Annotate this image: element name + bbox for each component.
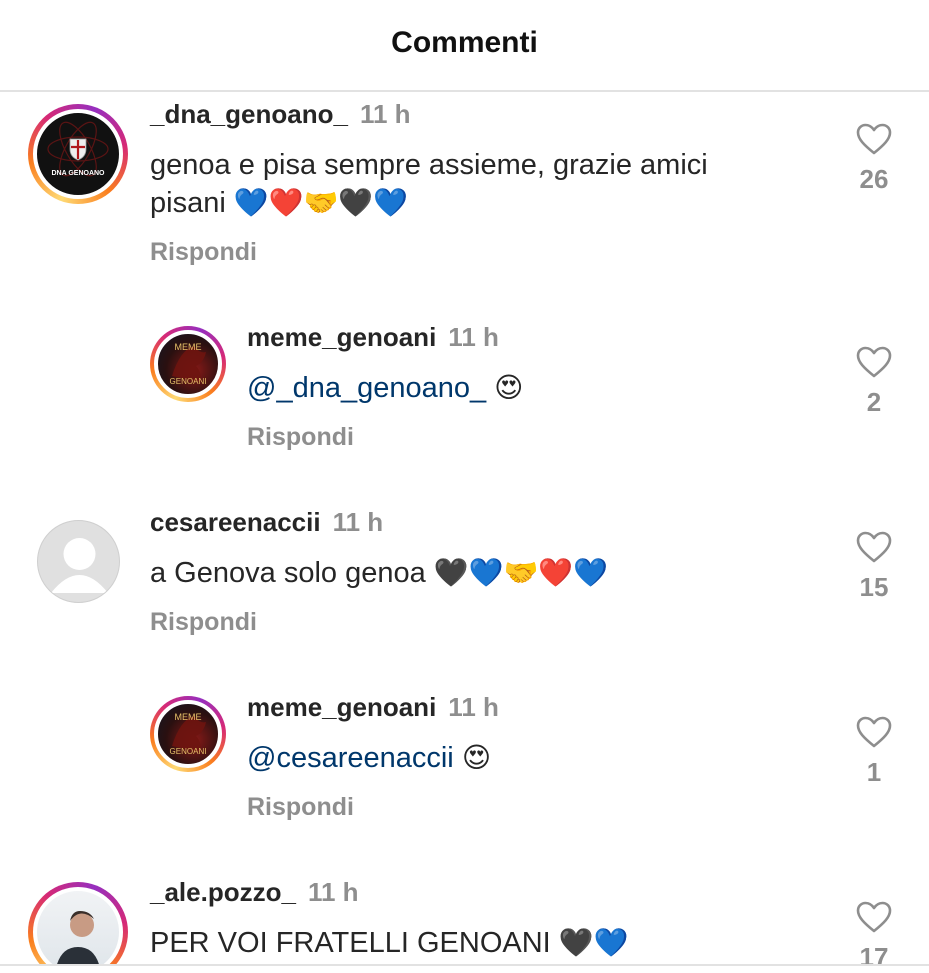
comment-text: @_dna_genoano_ 😍: [247, 369, 887, 407]
like-control: 2: [846, 345, 902, 418]
svg-text:GENOANI: GENOANI: [170, 377, 207, 386]
avatar[interactable]: DNA GENOANO: [28, 104, 128, 204]
mention-link[interactable]: @cesareenaccii: [247, 742, 454, 774]
comment-meta: _ale.pozzo_ 11 h: [150, 877, 359, 908]
timestamp: 11 h: [448, 692, 499, 722]
username[interactable]: _dna_genoano_: [150, 99, 348, 129]
heart-outline-icon[interactable]: [855, 122, 893, 156]
like-count: 26: [859, 164, 889, 194]
avatar[interactable]: MEME GENOANI: [150, 696, 226, 772]
like-count: 1: [866, 757, 882, 787]
avatar[interactable]: MEME GENOANI: [150, 326, 226, 402]
timestamp: 11 h: [448, 322, 499, 352]
username[interactable]: _ale.pozzo_: [150, 877, 296, 907]
timestamp: 11 h: [307, 877, 359, 907]
svg-text:MEME: MEME: [175, 342, 202, 352]
comment-meta: meme_genoani 11 h: [247, 692, 499, 723]
bottom-divider: [0, 964, 929, 966]
heart-outline-icon[interactable]: [855, 530, 893, 564]
svg-text:MEME: MEME: [175, 712, 202, 722]
comment-emojis: 💙❤️🤝🖤💙: [233, 186, 409, 219]
svg-text:GENOANI: GENOANI: [170, 747, 207, 756]
comment-emojis: 🖤💙: [558, 926, 629, 959]
page-title: Commenti: [391, 26, 538, 59]
comment-body: PER VOI FRATELLI GENOANI: [150, 927, 551, 959]
comment-reply-item: MEME GENOANI meme_genoani 11 h @cesareena…: [0, 690, 929, 875]
comment-meta: meme_genoani 11 h: [247, 322, 499, 353]
comment-text: genoa e pisa sempre assieme, grazie amic…: [150, 146, 790, 222]
reply-button[interactable]: Rispondi: [150, 238, 257, 267]
avatar[interactable]: [37, 520, 120, 603]
like-control: 17: [846, 900, 902, 964]
meme-genoani-logo: MEME GENOANI: [170, 712, 207, 756]
heart-outline-icon[interactable]: [855, 900, 893, 934]
svg-text:DNA GENOANO: DNA GENOANO: [51, 170, 105, 177]
heart-outline-icon[interactable]: [855, 345, 893, 379]
comment-body: a Genova solo genoa: [150, 557, 426, 589]
comment-emojis: 🖤💙🤝❤️💙: [433, 556, 609, 589]
meme-genoani-logo: MEME GENOANI: [170, 342, 207, 386]
comment-text: a Genova solo genoa 🖤💙🤝❤️💙: [150, 554, 790, 592]
like-count: 17: [859, 942, 889, 964]
timestamp: 11 h: [332, 507, 384, 537]
like-control: 1: [846, 715, 902, 788]
like-control: 15: [846, 530, 902, 603]
comment-text: @cesareenaccii 😍: [247, 739, 887, 777]
comment-item: _ale.pozzo_ 11 h PER VOI FRATELLI GENOANI…: [0, 875, 929, 964]
comment-item: DNA GENOANO _dna_genoano_ 11 h genoa e pi…: [0, 97, 929, 282]
comment-emojis: 😍: [461, 741, 492, 774]
like-control: 26: [846, 122, 902, 195]
default-avatar-icon: [51, 538, 108, 593]
reply-button[interactable]: Rispondi: [150, 608, 257, 637]
comment-emojis: 😍: [494, 371, 524, 404]
comment-meta: cesareenaccii 11 h: [150, 507, 383, 538]
like-count: 2: [866, 387, 882, 417]
username[interactable]: cesareenaccii: [150, 507, 321, 537]
username[interactable]: meme_genoani: [247, 692, 436, 722]
profile-photo: [57, 911, 99, 964]
reply-button[interactable]: Rispondi: [247, 793, 354, 822]
username[interactable]: meme_genoani: [247, 322, 436, 352]
mention-link[interactable]: @_dna_genoano_: [247, 372, 486, 404]
like-count: 15: [859, 572, 889, 602]
dna-genoano-logo: DNA GENOANO: [47, 121, 109, 177]
reply-button[interactable]: Rispondi: [247, 423, 354, 452]
timestamp: 11 h: [359, 99, 411, 129]
comment-item: cesareenaccii 11 h a Genova solo genoa 🖤💙…: [0, 505, 929, 690]
comment-text: PER VOI FRATELLI GENOANI 🖤💙: [150, 924, 790, 962]
comment-meta: _dna_genoano_ 11 h: [150, 99, 411, 130]
comments-header: Commenti: [0, 0, 929, 92]
heart-outline-icon[interactable]: [855, 715, 893, 749]
avatar[interactable]: [28, 882, 128, 964]
comment-reply-item: MEME GENOANI meme_genoani 11 h @_dna_geno…: [0, 320, 929, 505]
